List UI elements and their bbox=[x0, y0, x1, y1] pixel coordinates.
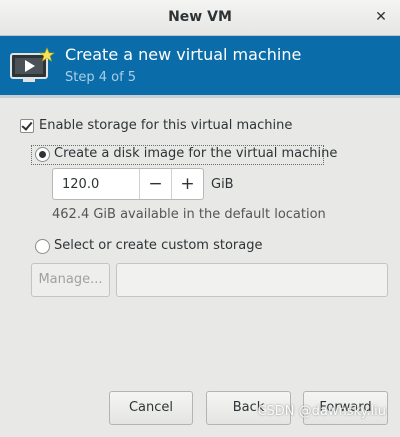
step-indicator: Step 4 of 5 bbox=[65, 70, 137, 85]
increment-button[interactable]: + bbox=[171, 169, 203, 199]
disk-size-value[interactable]: 120.0 bbox=[62, 177, 99, 192]
page-heading: Create a new virtual machine bbox=[65, 45, 302, 64]
disk-size-spinbutton[interactable]: 120.0 − + bbox=[52, 168, 204, 200]
watermark-text: CSDN @dawnsky.liu bbox=[257, 404, 386, 419]
window-title: New VM bbox=[168, 9, 232, 25]
enable-storage-label[interactable]: Enable storage for this virtual machine bbox=[39, 118, 292, 133]
custom-storage-radio[interactable] bbox=[35, 239, 50, 254]
create-disk-label[interactable]: Create a disk image for the virtual mach… bbox=[54, 146, 337, 161]
disk-size-unit: GiB bbox=[211, 177, 234, 192]
decrement-button[interactable]: − bbox=[139, 169, 171, 199]
manage-button[interactable]: Manage... bbox=[31, 263, 110, 297]
title-bar[interactable]: New VM ✕ bbox=[0, 0, 400, 36]
create-disk-radio[interactable] bbox=[35, 147, 50, 162]
cancel-button[interactable]: Cancel bbox=[109, 391, 193, 425]
available-space-text: 462.4 GiB available in the default locat… bbox=[52, 207, 326, 222]
close-icon[interactable]: ✕ bbox=[372, 8, 390, 26]
monitor-with-star-icon bbox=[10, 47, 55, 82]
enable-storage-checkbox[interactable] bbox=[20, 119, 34, 133]
storage-path-field[interactable] bbox=[116, 263, 388, 297]
new-vm-dialog: New VM ✕ Create a new virtual machine St… bbox=[0, 0, 400, 437]
header-banner: Create a new virtual machine Step 4 of 5 bbox=[0, 36, 400, 98]
custom-storage-label[interactable]: Select or create custom storage bbox=[54, 238, 262, 253]
